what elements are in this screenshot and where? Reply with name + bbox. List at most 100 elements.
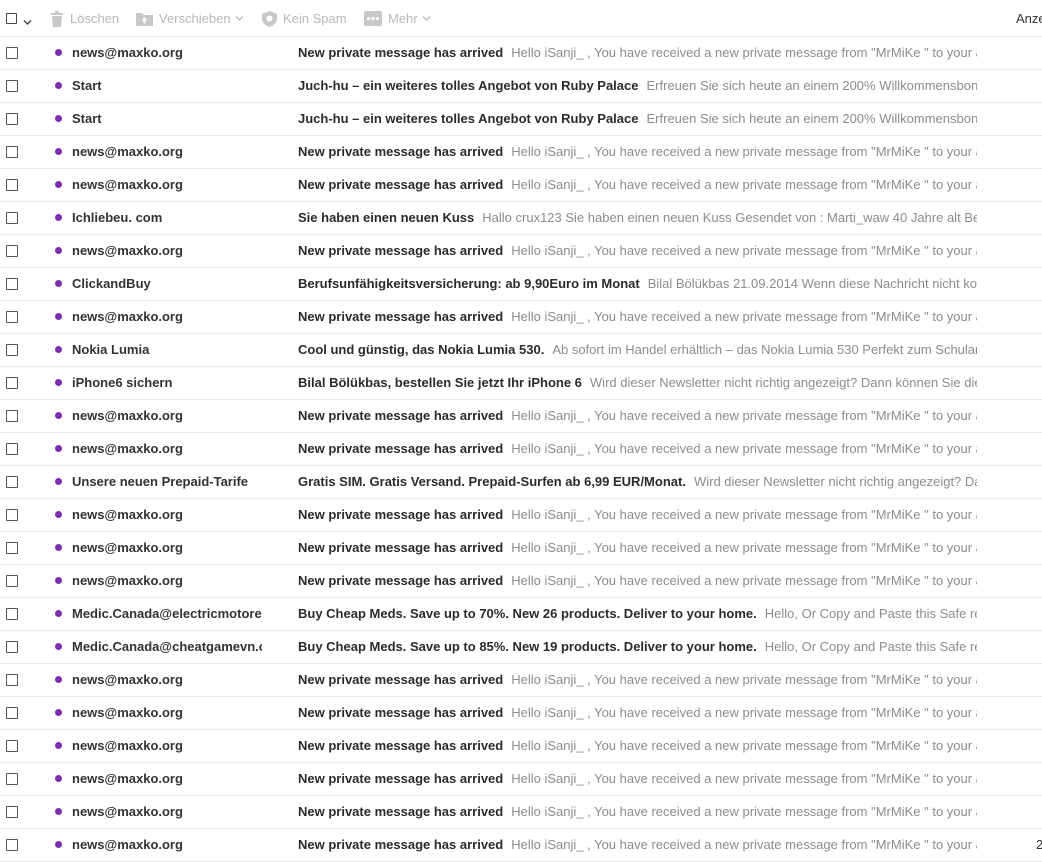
message-sender: Unsere neuen Prepaid-Tarife [72,474,249,489]
message-checkbox[interactable] [6,509,18,521]
message-row[interactable]: news@maxko.org New private message has ar… [0,169,1042,202]
unread-dot-icon[interactable] [55,511,62,518]
unread-dot-icon[interactable] [55,82,62,89]
unread-dot-icon[interactable] [55,346,62,353]
unread-dot-icon[interactable] [55,742,62,749]
message-row[interactable]: news@maxko.org New private message has ar… [0,829,1042,862]
unread-dot-icon[interactable] [55,841,62,848]
message-checkbox[interactable] [6,146,18,158]
toolbar: Löschen Verschieben Kein Spam Mehr Anze [0,0,1042,37]
unread-dot-icon[interactable] [55,214,62,221]
message-row[interactable]: news@maxko.org New private message has ar… [0,730,1042,763]
message-row[interactable]: news@maxko.org New private message has ar… [0,565,1042,598]
message-row[interactable]: Medic.Canada@electricmotore Buy Cheap Med… [0,598,1042,631]
message-row[interactable]: news@maxko.org New private message has ar… [0,136,1042,169]
message-checkbox[interactable] [6,311,18,323]
message-checkbox[interactable] [6,773,18,785]
message-checkbox[interactable] [6,740,18,752]
unread-dot-icon[interactable] [55,148,62,155]
select-all-checkbox[interactable] [6,13,17,24]
message-row[interactable]: news@maxko.org New private message has ar… [0,499,1042,532]
message-summary: New private message has arrived Hello iSa… [298,144,977,160]
view-options-button[interactable]: Anze [1016,0,1042,37]
message-row[interactable]: Unsere neuen Prepaid-Tarife Gratis SIM. G… [0,466,1042,499]
message-subject: New private message has arrived [298,45,504,60]
message-row[interactable]: news@maxko.org New private message has ar… [0,301,1042,334]
unread-dot-icon[interactable] [55,544,62,551]
message-sender: news@maxko.org [72,177,183,192]
unread-dot-icon[interactable] [55,247,62,254]
message-checkbox[interactable] [6,542,18,554]
unread-dot-icon[interactable] [55,412,62,419]
message-checkbox[interactable] [6,278,18,290]
message-row[interactable]: news@maxko.org New private message has ar… [0,37,1042,70]
message-row[interactable]: Medic.Canada@cheatgamevn.c Buy Cheap Meds… [0,631,1042,664]
message-checkbox[interactable] [6,476,18,488]
message-summary: Buy Cheap Meds. Save up to 70%. New 26 p… [298,606,977,622]
message-list: news@maxko.org New private message has ar… [0,37,1042,862]
message-checkbox[interactable] [6,707,18,719]
message-row[interactable]: Nokia Lumia Cool und günstig, das Nokia L… [0,334,1042,367]
message-subject: Berufsunfähigkeitsversicherung: ab 9,90E… [298,276,640,291]
unread-dot-icon[interactable] [55,49,62,56]
message-preview: Bilal Bölükbas 21.09.2014 Wenn diese Nac… [647,276,977,291]
message-checkbox[interactable] [6,806,18,818]
message-checkbox[interactable] [6,80,18,92]
unread-dot-icon[interactable] [55,676,62,683]
message-checkbox[interactable] [6,377,18,389]
message-row[interactable]: news@maxko.org New private message has ar… [0,235,1042,268]
message-row[interactable]: Start Juch-hu – ein weiteres tolles Angeb… [0,70,1042,103]
message-checkbox[interactable] [6,410,18,422]
delete-button[interactable]: Löschen [50,0,119,37]
unread-dot-icon[interactable] [55,445,62,452]
unread-dot-icon[interactable] [55,478,62,485]
unread-dot-icon[interactable] [55,379,62,386]
message-row[interactable]: news@maxko.org New private message has ar… [0,697,1042,730]
unread-dot-icon[interactable] [55,643,62,650]
message-checkbox[interactable] [6,608,18,620]
unread-dot-icon[interactable] [55,313,62,320]
message-row[interactable]: iPhone6 sichern Bilal Bölükbas, bestellen… [0,367,1042,400]
unread-dot-icon[interactable] [55,115,62,122]
message-row[interactable]: news@maxko.org New private message has ar… [0,664,1042,697]
move-label: Verschieben [159,11,231,26]
unread-dot-icon[interactable] [55,181,62,188]
message-checkbox[interactable] [6,641,18,653]
unread-dot-icon[interactable] [55,775,62,782]
message-checkbox[interactable] [6,113,18,125]
message-preview: Hello iSanji_ , You have received a new … [511,804,977,819]
message-row[interactable]: ClickandBuy Berufsunfähigkeitsversicherun… [0,268,1042,301]
message-checkbox[interactable] [6,575,18,587]
message-row[interactable]: news@maxko.org New private message has ar… [0,400,1042,433]
message-row[interactable]: news@maxko.org New private message has ar… [0,763,1042,796]
message-row[interactable]: news@maxko.org New private message has ar… [0,433,1042,466]
message-row[interactable]: Start Juch-hu – ein weiteres tolles Angeb… [0,103,1042,136]
not-spam-button[interactable]: Kein Spam [262,0,347,37]
message-checkbox[interactable] [6,839,18,851]
message-checkbox[interactable] [6,47,18,59]
move-button[interactable]: Verschieben [136,0,244,37]
message-checkbox[interactable] [6,179,18,191]
unread-dot-icon[interactable] [55,577,62,584]
unread-dot-icon[interactable] [55,280,62,287]
message-sender: news@maxko.org [72,408,183,423]
message-checkbox[interactable] [6,674,18,686]
message-preview: Hello iSanji_ , You have received a new … [511,837,977,852]
message-checkbox[interactable] [6,443,18,455]
message-checkbox[interactable] [6,212,18,224]
message-sender: Medic.Canada@electricmotore [72,606,262,621]
unread-dot-icon[interactable] [55,610,62,617]
message-subject: Bilal Bölükbas, bestellen Sie jetzt Ihr … [298,375,582,390]
unread-dot-icon[interactable] [55,808,62,815]
view-options-label: Anze [1016,11,1042,26]
message-row[interactable]: news@maxko.org New private message has ar… [0,796,1042,829]
unread-dot-icon[interactable] [55,709,62,716]
message-checkbox[interactable] [6,344,18,356]
more-button[interactable]: Mehr [364,0,431,37]
message-row[interactable]: news@maxko.org New private message has ar… [0,532,1042,565]
select-menu-chevron-icon[interactable] [23,14,32,32]
message-checkbox[interactable] [6,245,18,257]
message-row[interactable]: Ichliebeu. com Sie haben einen neuen Kuss… [0,202,1042,235]
message-sender: iPhone6 sichern [72,375,173,390]
message-summary: Juch-hu – ein weiteres tolles Angebot vo… [298,78,977,94]
